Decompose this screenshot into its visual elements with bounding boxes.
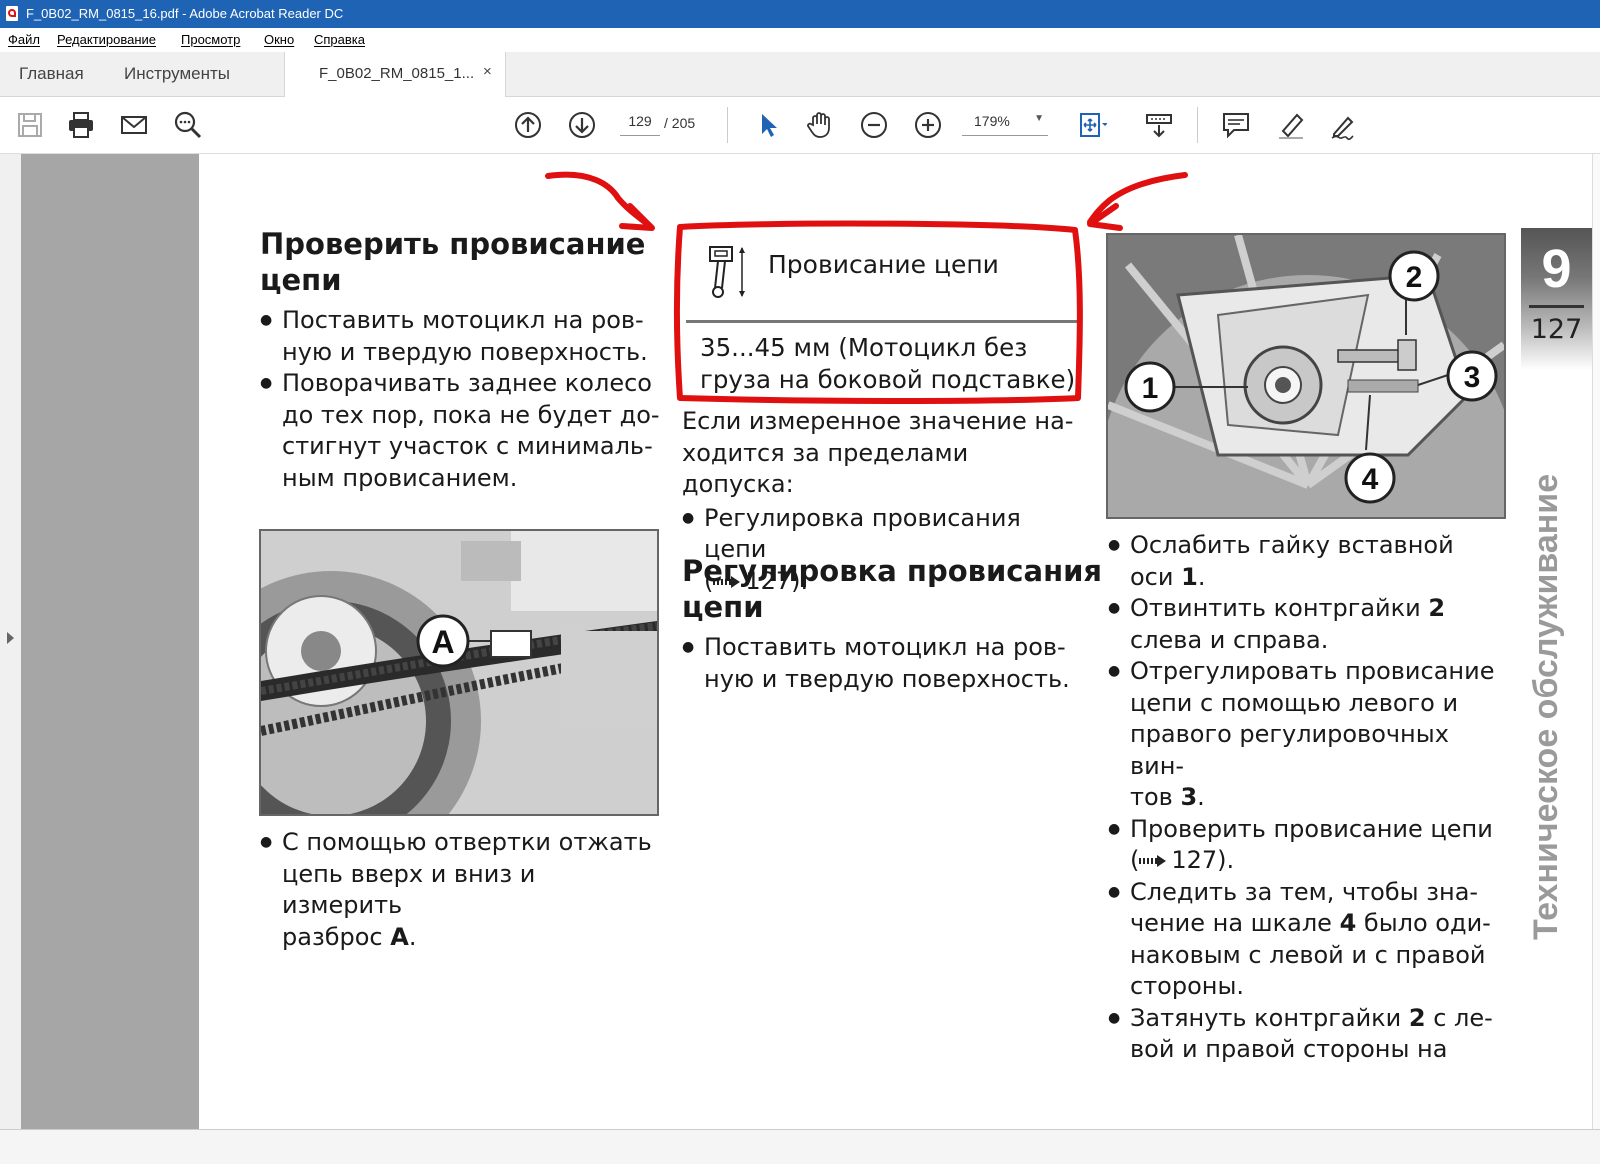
red-annotation [545, 171, 1188, 404]
left-arrow-shaft [545, 171, 653, 229]
highlight-box [674, 220, 1083, 404]
